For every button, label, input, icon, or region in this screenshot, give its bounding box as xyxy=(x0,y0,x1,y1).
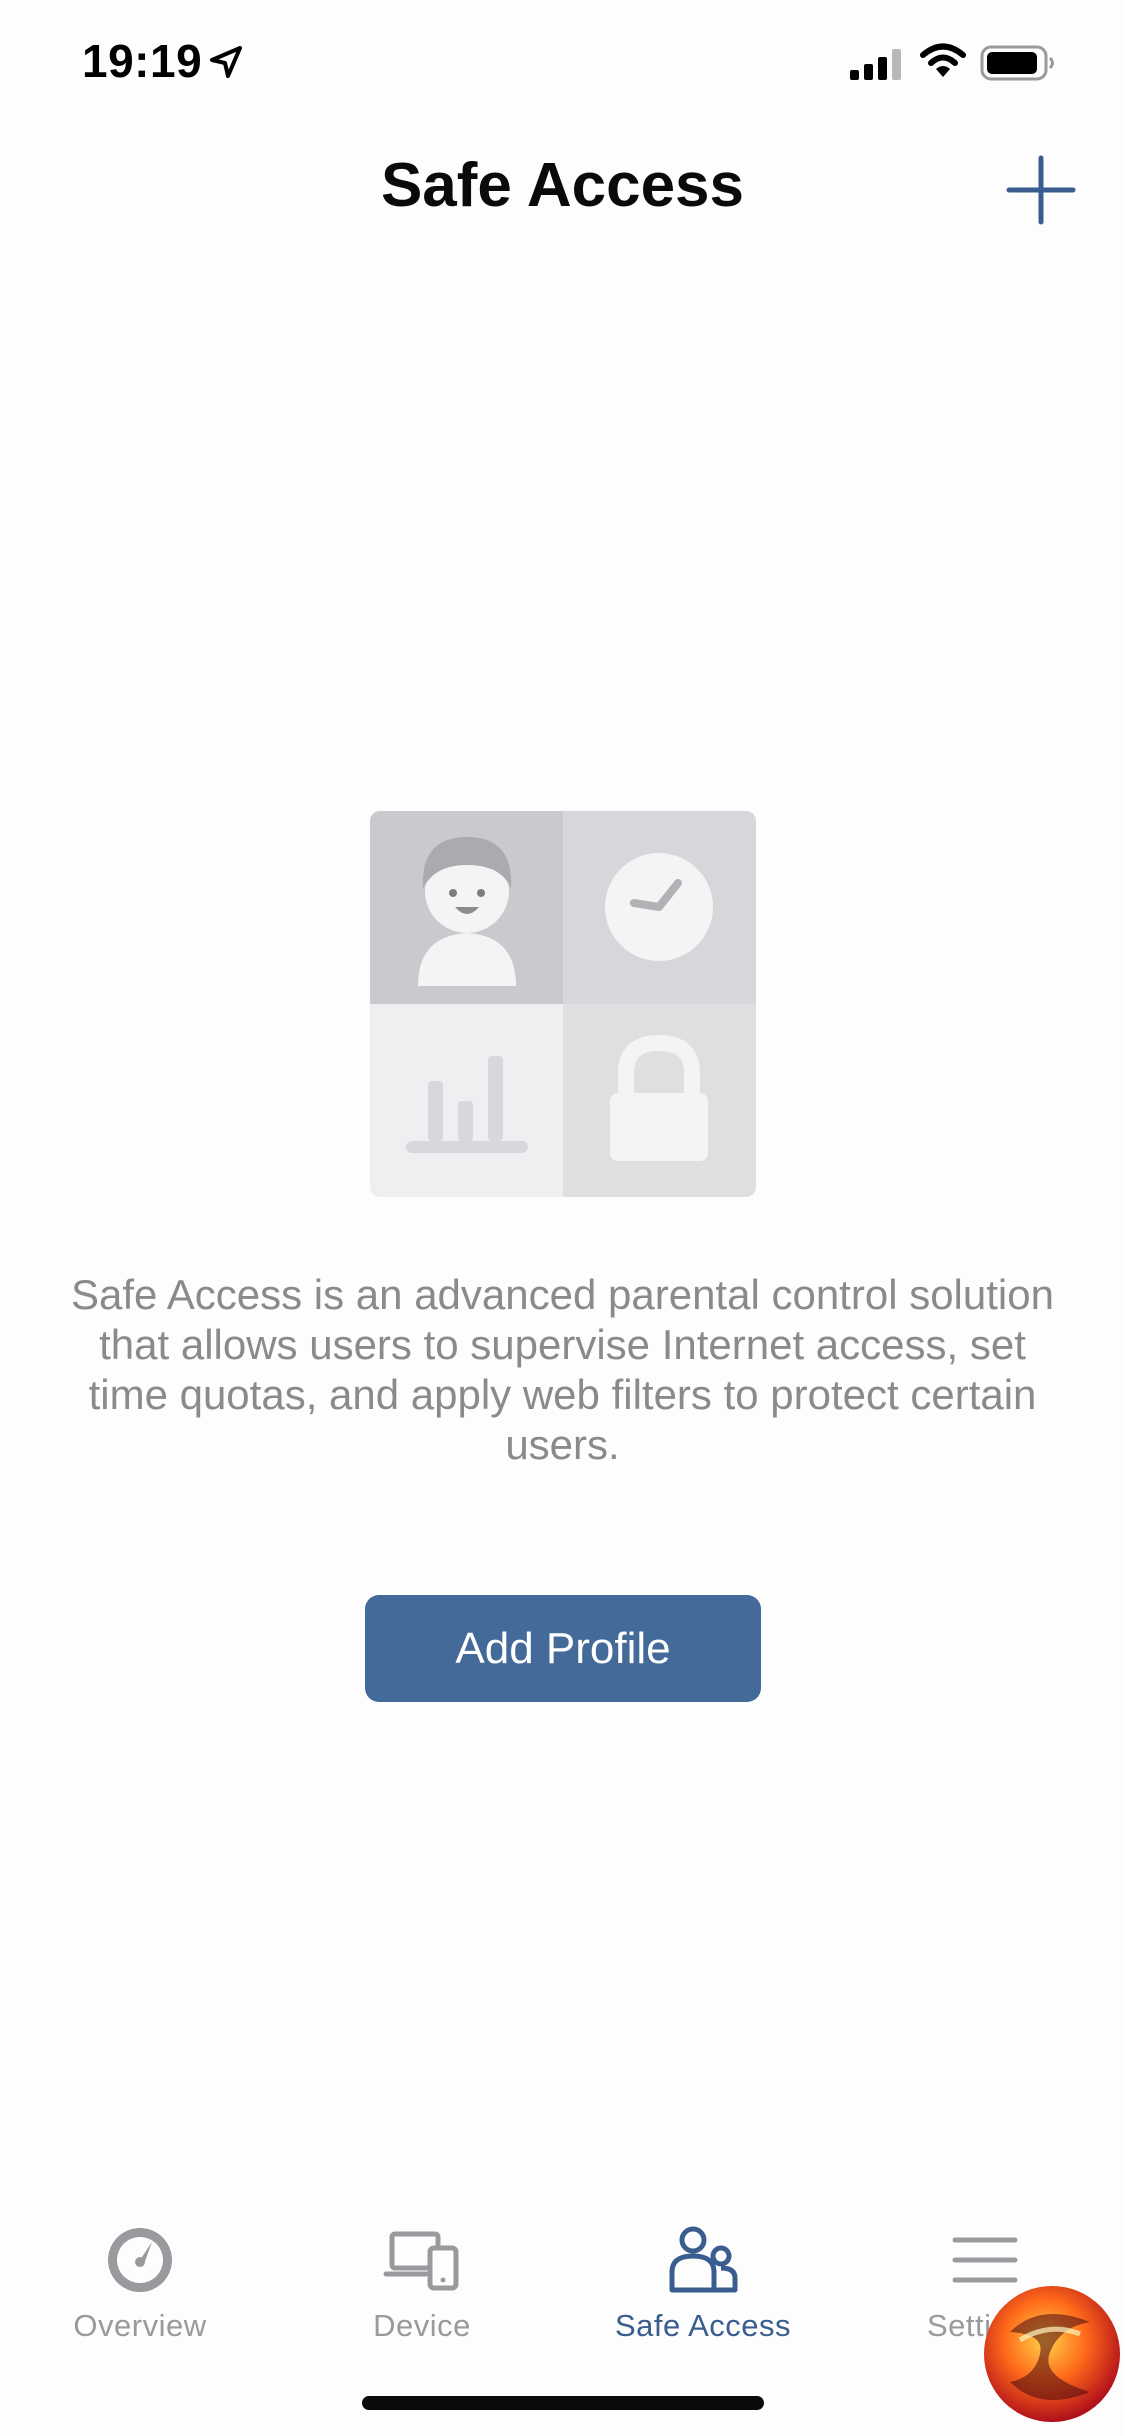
clock-icon xyxy=(605,853,713,961)
safe-access-screen: 19:19 Safe Access Safe Access is an adva… xyxy=(0,0,1125,2436)
tab-device[interactable]: Device xyxy=(282,2220,562,2360)
page-title: Safe Access xyxy=(380,151,745,220)
cellular-signal-icon xyxy=(850,49,901,80)
home-indicator xyxy=(362,2396,764,2410)
navigation-header: Safe Access xyxy=(0,140,1125,250)
add-profile-plus-icon[interactable] xyxy=(1005,154,1077,226)
devices-icon xyxy=(383,2231,459,2291)
child-avatar-icon xyxy=(418,837,516,986)
safe-access-description: Safe Access is an advanced parental cont… xyxy=(71,1271,1054,1468)
tab-safe-access-label: Safe Access xyxy=(614,2308,792,2343)
status-bar: 19:19 xyxy=(0,0,1125,130)
gauge-icon xyxy=(108,2228,172,2292)
location-arrow-icon xyxy=(210,46,242,78)
tab-overview[interactable]: Overview xyxy=(0,2220,280,2360)
add-profile-button[interactable]: Add Profile xyxy=(365,1595,761,1702)
watermark-logo-icon xyxy=(984,2286,1120,2422)
tab-device-label: Device xyxy=(373,2308,471,2343)
battery-icon xyxy=(980,45,1054,81)
tab-safe-access[interactable]: Safe Access xyxy=(563,2220,843,2360)
wifi-icon xyxy=(920,43,966,77)
status-time: 19:19 xyxy=(82,35,203,87)
people-icon xyxy=(669,2226,738,2293)
parental-control-illustration xyxy=(370,811,756,1197)
tab-overview-label: Overview xyxy=(73,2308,207,2343)
